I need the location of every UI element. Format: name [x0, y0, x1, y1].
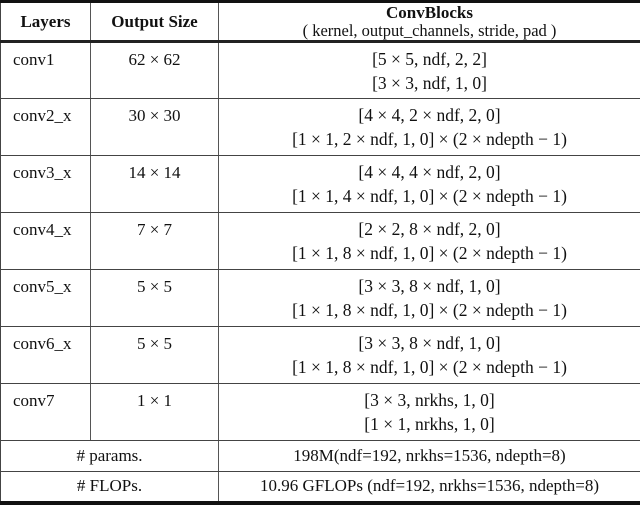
- convblock-line: [4 × 4, 2 × ndf, 2, 0]: [358, 105, 501, 125]
- convblocks-cell: [4 × 4, 2 × ndf, 2, 0] [1 × 1, 2 × ndf, …: [218, 98, 640, 156]
- convblock-line: [5 × 5, ndf, 2, 2]: [372, 48, 487, 69]
- table-row: conv6_x 5 × 5 [3 × 3, 8 × ndf, 1, 0] [1 …: [0, 326, 640, 384]
- convblocks-cell: [3 × 3, 8 × ndf, 1, 0] [1 × 1, 8 × ndf, …: [218, 269, 640, 327]
- convblock-line: [1 × 1, 8 × ndf, 1, 0] × (2 × ndepth − 1…: [292, 357, 567, 377]
- flops-label: # FLOPs.: [0, 471, 219, 505]
- flops-row: # FLOPs. 10.96 GFLOPs (ndf=192, nrkhs=15…: [0, 471, 640, 505]
- header-convblocks-subtitle: ( kernel, output_channels, stride, pad ): [302, 20, 557, 40]
- output-size: 7 × 7: [90, 212, 219, 270]
- table-row: conv5_x 5 × 5 [3 × 3, 8 × ndf, 1, 0] [1 …: [0, 269, 640, 327]
- convblock-line: [3 × 3, ndf, 1, 0]: [372, 72, 487, 93]
- convblock-line: [1 × 1, nrkhs, 1, 0]: [364, 414, 495, 434]
- header-convblocks-title: ConvBlocks: [386, 2, 473, 22]
- convblock-line: [1 × 1, 8 × ndf, 1, 0] × (2 × ndepth − 1…: [292, 300, 567, 320]
- convblocks-cell: [3 × 3, 8 × ndf, 1, 0] [1 × 1, 8 × ndf, …: [218, 326, 640, 384]
- convblock-line: [1 × 1, 8 × ndf, 1, 0] × (2 × ndepth − 1…: [292, 243, 567, 263]
- output-size: 30 × 30: [90, 98, 219, 156]
- layer-name: conv3_x: [0, 155, 91, 213]
- convblock-line: [1 × 1, 2 × ndf, 1, 0] × (2 × ndepth − 1…: [292, 129, 567, 149]
- layer-name: conv1: [0, 41, 91, 99]
- layer-name: conv5_x: [0, 269, 91, 327]
- table-row: conv4_x 7 × 7 [2 × 2, 8 × ndf, 2, 0] [1 …: [0, 212, 640, 270]
- header-output-size: Output Size: [90, 0, 219, 43]
- output-size: 62 × 62: [90, 41, 219, 99]
- header-convblocks: ConvBlocks ( kernel, output_channels, st…: [218, 0, 640, 43]
- params-value: 198M(ndf=192, nrkhs=1536, ndepth=8): [218, 440, 640, 472]
- convblock-line: [3 × 3, nrkhs, 1, 0]: [364, 390, 495, 410]
- flops-value: 10.96 GFLOPs (ndf=192, nrkhs=1536, ndept…: [218, 471, 640, 505]
- convblock-line: [3 × 3, 8 × ndf, 1, 0]: [358, 276, 501, 296]
- convblocks-cell: [5 × 5, ndf, 2, 2] [3 × 3, ndf, 1, 0]: [218, 41, 640, 99]
- table-row: conv3_x 14 × 14 [4 × 4, 4 × ndf, 2, 0] […: [0, 155, 640, 213]
- params-label: # params.: [0, 440, 219, 472]
- output-size: 14 × 14: [90, 155, 219, 213]
- convblock-line: [1 × 1, 4 × ndf, 1, 0] × (2 × ndepth − 1…: [292, 186, 567, 206]
- layer-name: conv6_x: [0, 326, 91, 384]
- table-row: conv7 1 × 1 [3 × 3, nrkhs, 1, 0] [1 × 1,…: [0, 383, 640, 441]
- convblocks-cell: [4 × 4, 4 × ndf, 2, 0] [1 × 1, 4 × ndf, …: [218, 155, 640, 213]
- layer-name: conv2_x: [0, 98, 91, 156]
- convblock-line: [2 × 2, 8 × ndf, 2, 0]: [358, 219, 501, 239]
- layer-name: conv7: [0, 383, 91, 441]
- convblocks-cell: [2 × 2, 8 × ndf, 2, 0] [1 × 1, 8 × ndf, …: [218, 212, 640, 270]
- table-row: conv1 62 × 62 [5 × 5, ndf, 2, 2] [3 × 3,…: [0, 41, 640, 99]
- header-layers: Layers: [0, 0, 91, 43]
- convblocks-cell: [3 × 3, nrkhs, 1, 0] [1 × 1, nrkhs, 1, 0…: [218, 383, 640, 441]
- output-size: 5 × 5: [90, 326, 219, 384]
- convblock-line: [3 × 3, 8 × ndf, 1, 0]: [358, 333, 501, 353]
- output-size: 1 × 1: [90, 383, 219, 441]
- params-row: # params. 198M(ndf=192, nrkhs=1536, ndep…: [0, 440, 640, 472]
- output-size: 5 × 5: [90, 269, 219, 327]
- header-row: Layers Output Size ConvBlocks ( kernel, …: [0, 0, 640, 43]
- convblock-line: [4 × 4, 4 × ndf, 2, 0]: [358, 162, 501, 182]
- layer-name: conv4_x: [0, 212, 91, 270]
- architecture-table: Layers Output Size ConvBlocks ( kernel, …: [0, 0, 640, 505]
- table-row: conv2_x 30 × 30 [4 × 4, 2 × ndf, 2, 0] […: [0, 98, 640, 156]
